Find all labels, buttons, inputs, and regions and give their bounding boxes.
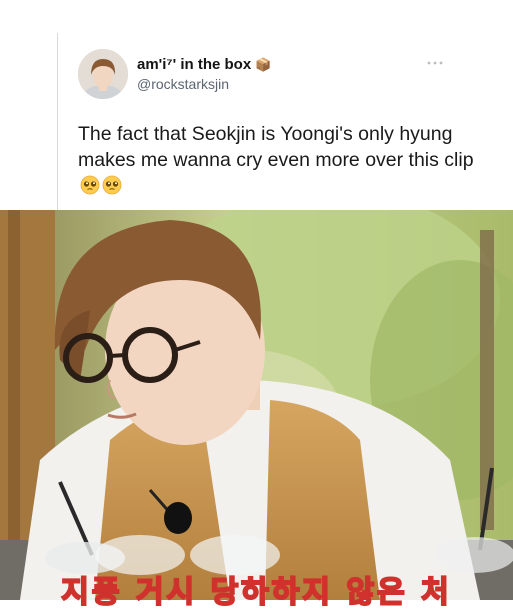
video-subtitle: 지풍 거시 당하하지 않은 처	[60, 574, 452, 611]
pleading-face-icon	[80, 175, 100, 195]
display-name-text: am'i⁷' in the box	[137, 56, 252, 73]
tweet-text-body: The fact that Seokjin is Yoongi's only h…	[78, 123, 474, 171]
user-handle[interactable]: @rockstarksjin	[137, 76, 229, 92]
pleading-face-icon	[102, 175, 122, 195]
video-frame-image	[0, 210, 513, 600]
thread-line	[57, 33, 58, 210]
display-name[interactable]: am'i⁷' in the box 📦	[137, 56, 271, 73]
more-options-icon[interactable]	[425, 58, 445, 68]
video-still[interactable]	[0, 210, 513, 600]
tweet-text: The fact that Seokjin is Yoongi's only h…	[78, 121, 488, 199]
avatar[interactable]	[78, 49, 128, 99]
box-emoji-icon: 📦	[255, 57, 272, 72]
avatar-photo	[78, 49, 128, 99]
tweet-card: am'i⁷' in the box 📦 @rockstarksjin The fa…	[0, 0, 513, 210]
